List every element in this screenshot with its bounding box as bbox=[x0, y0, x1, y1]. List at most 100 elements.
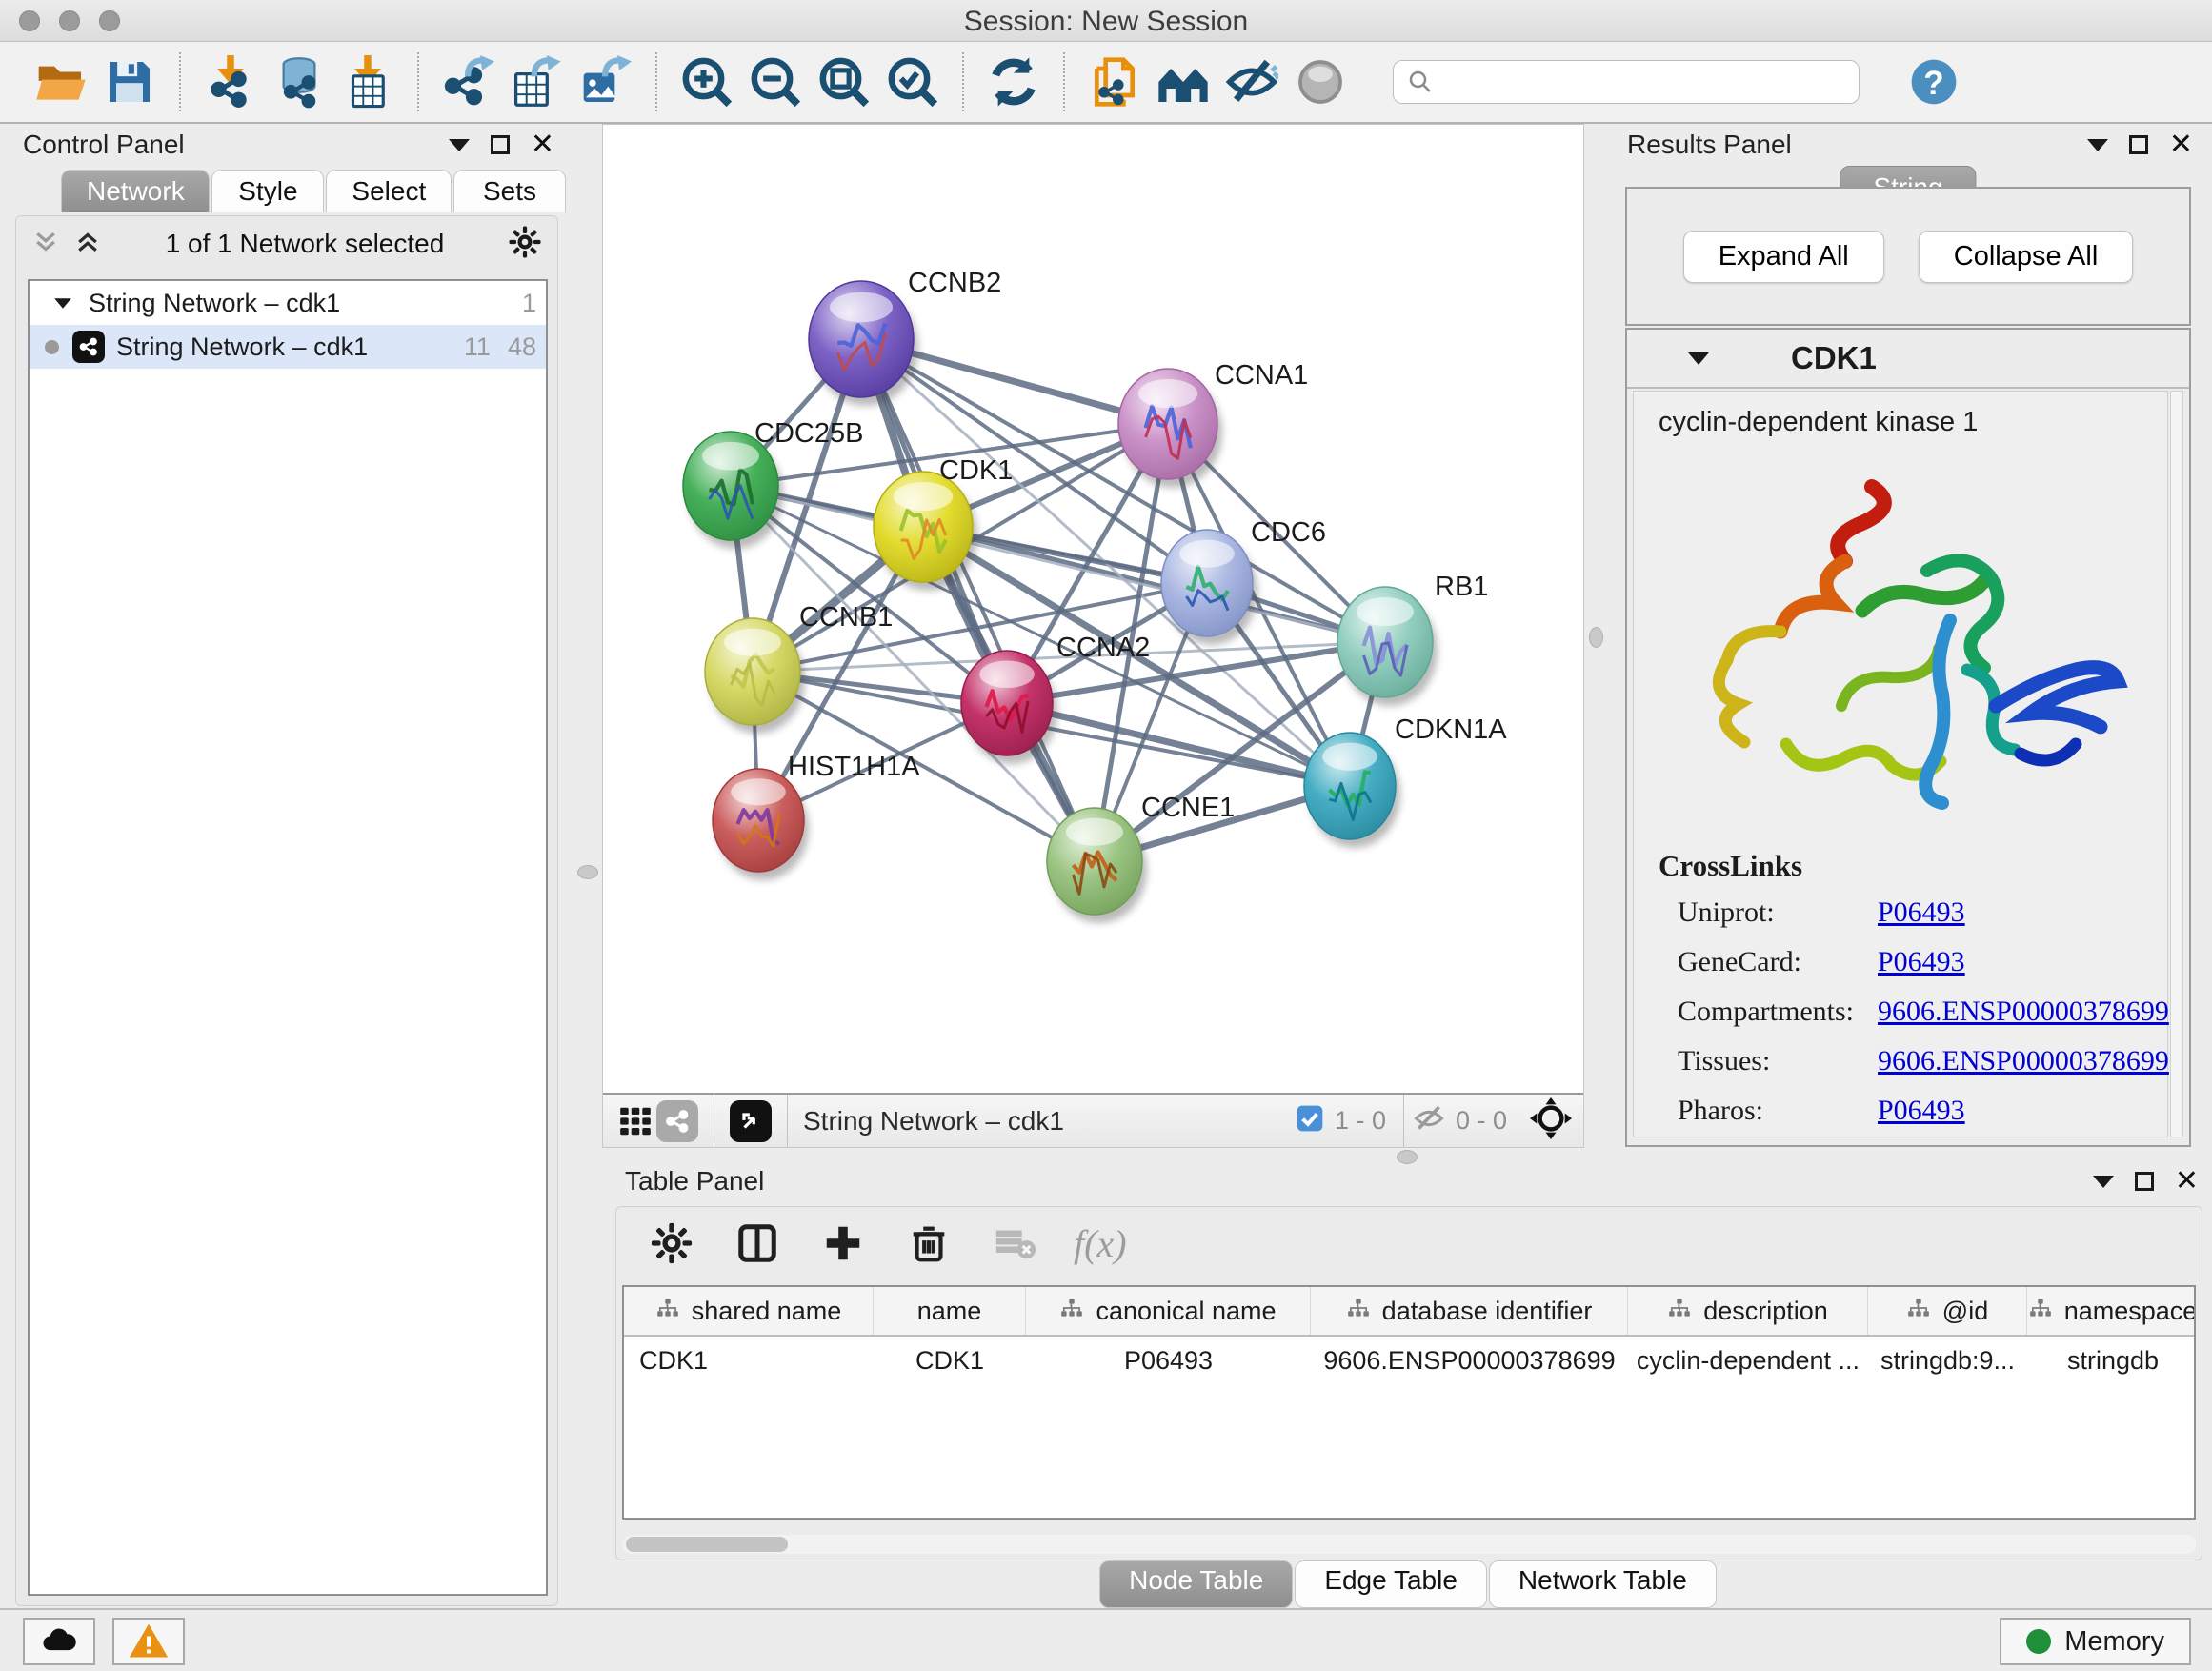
node-CCNA1[interactable] bbox=[1118, 369, 1222, 488]
node-CCNE1[interactable] bbox=[1047, 808, 1147, 923]
table-settings-gear-icon[interactable] bbox=[645, 1217, 698, 1270]
column-header-namespace[interactable]: namespace bbox=[2027, 1287, 2196, 1335]
crosslink-link[interactable]: P06493 bbox=[1878, 946, 1965, 978]
toolbar-separator bbox=[1063, 52, 1065, 111]
zoom-out-button[interactable] bbox=[741, 48, 810, 116]
table-panel-menu-icon[interactable] bbox=[2093, 1176, 2114, 1188]
cell-name[interactable]: CDK1 bbox=[874, 1337, 1026, 1384]
expand-all-button[interactable]: Expand All bbox=[1683, 231, 1884, 283]
results-panel-close-icon[interactable]: ✕ bbox=[2169, 135, 2193, 154]
cdk1-collapse-icon[interactable] bbox=[1688, 352, 1709, 365]
cell-description[interactable]: cyclin-dependent ... bbox=[1628, 1337, 1868, 1384]
node-RB1[interactable] bbox=[1337, 587, 1438, 706]
birds-eye-view-icon[interactable] bbox=[730, 1100, 772, 1142]
save-session-button[interactable] bbox=[95, 48, 164, 116]
expand-all-networks-icon[interactable] bbox=[73, 228, 102, 261]
clone-network-button[interactable] bbox=[1080, 48, 1149, 116]
crosslink-link[interactable]: 9606.ENSP00000378699 bbox=[1878, 996, 2169, 1028]
import-table-from-file-button[interactable] bbox=[333, 48, 402, 116]
tab-select[interactable]: Select bbox=[326, 170, 452, 212]
panel-menu-icon[interactable] bbox=[449, 139, 470, 151]
svg-text:?: ? bbox=[1923, 65, 1943, 102]
collection-expand-icon[interactable] bbox=[54, 298, 71, 308]
column-header--id[interactable]: @id bbox=[1868, 1287, 2027, 1335]
collapse-all-networks-icon[interactable] bbox=[31, 228, 60, 261]
crosslink-link[interactable]: P06493 bbox=[1878, 896, 1965, 929]
table-hscrollbar[interactable] bbox=[622, 1535, 2196, 1554]
cell-canonical-name[interactable]: P06493 bbox=[1026, 1337, 1311, 1384]
refresh-view-button[interactable] bbox=[979, 48, 1048, 116]
delete-column-trash-icon[interactable] bbox=[902, 1217, 955, 1270]
panel-float-icon[interactable] bbox=[491, 135, 510, 154]
cell-database-identifier[interactable]: 9606.ENSP00000378699 bbox=[1311, 1337, 1628, 1384]
node-label-CCNB1: CCNB1 bbox=[799, 602, 893, 633]
node-CCNA2[interactable] bbox=[961, 651, 1057, 764]
single-network-mode-icon[interactable] bbox=[656, 1100, 698, 1142]
grid-mode-icon[interactable] bbox=[614, 1100, 656, 1142]
tab-sets[interactable]: Sets bbox=[453, 170, 566, 212]
column-header-name[interactable]: name bbox=[874, 1287, 1026, 1335]
first-neighbors-button[interactable] bbox=[1149, 48, 1217, 116]
zoom-selected-button[interactable] bbox=[878, 48, 947, 116]
node-CDKN1A[interactable] bbox=[1304, 733, 1400, 848]
create-column-plus-icon[interactable] bbox=[816, 1217, 870, 1270]
hidden-eye-slash-icon[interactable] bbox=[1412, 1101, 1446, 1140]
cell-namespace[interactable]: stringdb bbox=[2027, 1337, 2196, 1384]
column-header-database-identifier[interactable]: database identifier bbox=[1311, 1287, 1628, 1335]
network-row[interactable]: String Network – cdk1 11 48 bbox=[30, 325, 546, 369]
node-HIST1H1A[interactable] bbox=[713, 769, 809, 880]
memory-button[interactable]: Memory bbox=[2000, 1618, 2191, 1665]
fit-selected-crosshair-icon[interactable] bbox=[1530, 1097, 1572, 1144]
export-table-button[interactable] bbox=[503, 48, 572, 116]
tab-style[interactable]: Style bbox=[211, 170, 324, 212]
import-network-from-file-button[interactable] bbox=[196, 48, 265, 116]
table-panel-float-icon[interactable] bbox=[2135, 1172, 2154, 1191]
export-image-button[interactable] bbox=[572, 48, 640, 116]
column-header-description[interactable]: description bbox=[1628, 1287, 1868, 1335]
cell-shared-name[interactable]: CDK1 bbox=[624, 1337, 874, 1384]
collapse-all-button[interactable]: Collapse All bbox=[1919, 231, 2134, 283]
folder-open-icon bbox=[34, 55, 88, 109]
panel-close-icon[interactable]: ✕ bbox=[531, 135, 554, 154]
cdk1-section-header[interactable]: CDK1 bbox=[1627, 330, 2189, 389]
selected-checkbox-icon[interactable] bbox=[1295, 1103, 1325, 1138]
results-scrollbar[interactable] bbox=[2170, 391, 2183, 1137]
column-header-shared-name[interactable]: shared name bbox=[624, 1287, 874, 1335]
network-collection-row[interactable]: String Network – cdk1 1 bbox=[30, 281, 546, 325]
edge-CCNB2-CCNE1[interactable] bbox=[861, 339, 1095, 861]
crosslink-link[interactable]: P06493 bbox=[1878, 1095, 1965, 1127]
table-hscrollbar-thumb[interactable] bbox=[626, 1537, 788, 1552]
network-canvas[interactable]: CCNB2 CCNA1 CDC25B CDK1 CDC6 RB1 CCNB1 bbox=[602, 124, 1584, 1148]
results-panel-menu-icon[interactable] bbox=[2087, 139, 2108, 151]
left-splitter-handle[interactable] bbox=[577, 865, 598, 879]
zoom-fit-button[interactable] bbox=[810, 48, 878, 116]
network-options-gear-icon[interactable] bbox=[508, 225, 542, 264]
cdk1-section-content: cyclin-dependent kinase 1 CrossL bbox=[1633, 391, 2168, 1137]
zoom-in-button[interactable] bbox=[673, 48, 741, 116]
search-input[interactable] bbox=[1393, 60, 1860, 104]
tab-node-table[interactable]: Node Table bbox=[1099, 1560, 1293, 1608]
tab-network[interactable]: Network bbox=[61, 170, 210, 212]
graphics-detail-button[interactable] bbox=[1286, 48, 1355, 116]
export-network-button[interactable] bbox=[434, 48, 503, 116]
table-panel-close-icon[interactable]: ✕ bbox=[2175, 1172, 2199, 1191]
network-current-dot bbox=[45, 340, 59, 354]
tab-edge-table[interactable]: Edge Table bbox=[1295, 1560, 1487, 1608]
cloud-sync-button[interactable] bbox=[23, 1618, 95, 1665]
right-splitter-handle[interactable] bbox=[1589, 627, 1603, 648]
warnings-button[interactable] bbox=[112, 1618, 185, 1665]
open-session-button[interactable] bbox=[27, 48, 95, 116]
results-panel-float-icon[interactable] bbox=[2129, 135, 2148, 154]
node-CCNB2[interactable] bbox=[809, 281, 918, 406]
column-header-canonical-name[interactable]: canonical name bbox=[1026, 1287, 1311, 1335]
node-CDC25B[interactable] bbox=[683, 432, 783, 549]
crosslink-link[interactable]: 9606.ENSP00000378699 bbox=[1878, 1045, 2169, 1077]
show-column-selector-icon[interactable] bbox=[731, 1217, 784, 1270]
tab-network-table[interactable]: Network Table bbox=[1489, 1560, 1717, 1608]
cell--id[interactable]: stringdb:9... bbox=[1868, 1337, 2027, 1384]
node-CDK1[interactable] bbox=[874, 472, 977, 591]
hide-selected-button[interactable] bbox=[1217, 48, 1286, 116]
help-button[interactable]: ? bbox=[1900, 48, 1968, 116]
toolbar-separator bbox=[962, 52, 964, 111]
import-network-from-database-button[interactable] bbox=[265, 48, 333, 116]
